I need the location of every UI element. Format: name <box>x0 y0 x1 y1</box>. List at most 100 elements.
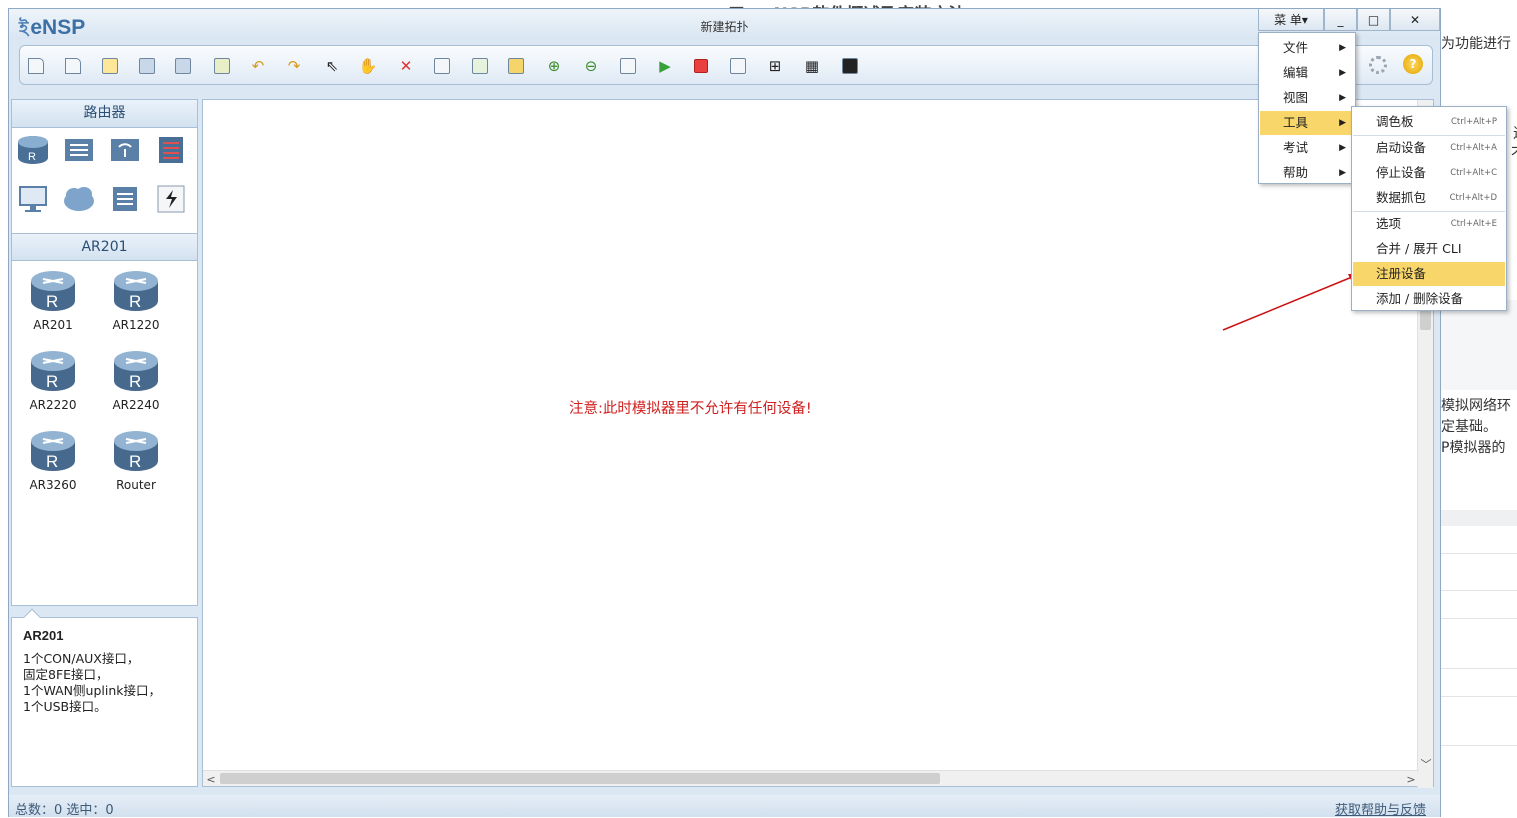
firewall-category-icon[interactable] <box>154 133 188 165</box>
pc-category-icon[interactable] <box>16 183 50 215</box>
svg-text:R: R <box>129 452 141 471</box>
pan-hand-icon[interactable]: ✋ <box>358 56 378 76</box>
background-divider <box>1441 590 1517 591</box>
help-feedback-link[interactable]: 获取帮助与反馈 <box>1335 799 1426 818</box>
settings-gear-icon[interactable] <box>1369 56 1387 74</box>
device-ar2240[interactable]: R AR2240 <box>101 349 171 412</box>
description-line: 1个WAN侧uplink接口， <box>23 683 186 699</box>
delete-icon[interactable]: ✕ <box>396 56 416 76</box>
select-icon[interactable]: ⇖ <box>322 56 342 76</box>
router-icon: R <box>113 349 159 393</box>
background-divider <box>1441 618 1517 619</box>
horizontal-scroll-thumb[interactable] <box>220 773 940 784</box>
shortcut-label: Ctrl+Alt+C <box>1450 161 1497 185</box>
main-menu: 文件▶ 编辑▶ 视图▶ 工具 ▶ 考试▶ 帮助 ▶ <box>1258 32 1356 184</box>
menu-item-exam[interactable]: 考试▶ <box>1260 136 1354 160</box>
capture-icon[interactable] <box>728 56 748 76</box>
chevron-right-icon: ▶ <box>1339 111 1346 135</box>
submenu-item-merge-cli[interactable]: 合并 / 展开 CLI <box>1353 237 1505 261</box>
device-ar2220[interactable]: R AR2220 <box>18 349 88 412</box>
submenu-item-options[interactable]: 选项 Ctrl+Alt+E <box>1353 212 1505 236</box>
new-lab-icon[interactable] <box>63 56 83 76</box>
minimize-button[interactable]: _ <box>1324 9 1357 31</box>
background-band <box>1441 510 1517 526</box>
scroll-right-icon[interactable]: > <box>1403 771 1419 787</box>
menu-item-label: 视图 <box>1283 90 1308 105</box>
chevron-right-icon: ▶ <box>1339 161 1346 185</box>
title-bar[interactable]: ইeNSP 新建拓扑 菜 单▾ _ □ ✕ <box>9 9 1440 39</box>
menu-item-help[interactable]: 帮助 ▶ <box>1260 161 1354 185</box>
grid-icon[interactable]: ▦ <box>802 56 822 76</box>
help-icon[interactable]: ? <box>1403 54 1423 74</box>
svg-text:R: R <box>46 452 58 471</box>
description-line: 固定8FE接口， <box>23 667 186 683</box>
device-description: AR201 1个CON/AUX接口， 固定8FE接口， 1个WAN侧uplink… <box>11 617 198 787</box>
fit-view-icon[interactable] <box>618 56 638 76</box>
device-series-header: AR201 <box>12 233 197 261</box>
router-icon: R <box>30 349 76 393</box>
zoom-in-icon[interactable]: ⊕ <box>544 56 564 76</box>
menu-item-view[interactable]: 视图▶ <box>1260 86 1354 110</box>
tools-submenu: 调色板Ctrl+Alt+P 启动设备Ctrl+Alt+A 停止设备 Ctrl+Al… <box>1351 106 1507 311</box>
menu-item-edit[interactable]: 编辑▶ <box>1260 61 1354 85</box>
background-divider <box>1441 745 1517 746</box>
device-label: AR2220 <box>18 398 88 412</box>
device-ar1220[interactable]: R AR1220 <box>101 269 171 332</box>
undo-icon[interactable]: ↶ <box>248 56 268 76</box>
menu-item-label: 考试 <box>1283 140 1308 155</box>
delete-link-icon[interactable] <box>432 56 452 76</box>
save-icon[interactable] <box>137 56 157 76</box>
menu-item-file[interactable]: 文件▶ <box>1260 36 1354 60</box>
wireless-category-icon[interactable] <box>108 133 142 165</box>
submenu-item-add-remove-device[interactable]: 添加 / 删除设备 <box>1353 287 1505 311</box>
background-divider <box>1441 553 1517 554</box>
menu-item-label: 文件 <box>1283 40 1308 55</box>
other-device-category-icon[interactable] <box>108 183 142 215</box>
device-ar201[interactable]: R AR201 <box>18 269 88 332</box>
window-controls: 菜 单▾ _ □ ✕ <box>1258 9 1440 31</box>
background-divider <box>1441 668 1517 669</box>
screenshot-icon[interactable] <box>840 56 860 76</box>
start-device-icon[interactable]: ▶ <box>655 56 675 76</box>
svg-text:R: R <box>46 372 58 391</box>
router-category-icon[interactable]: R <box>16 133 50 165</box>
shortcut-label: Ctrl+Alt+E <box>1451 212 1497 236</box>
palette-icon[interactable] <box>506 56 526 76</box>
horizontal-scrollbar[interactable]: < > <box>203 770 1419 786</box>
toolbar: ↶ ↷ ⇖ ✋ ✕ ⊕ ⊖ ▶ ⊞ ▦ <box>19 45 1433 85</box>
new-topology-icon[interactable] <box>26 56 46 76</box>
submenu-item-palette[interactable]: 调色板Ctrl+Alt+P <box>1353 110 1505 134</box>
save-as-icon[interactable] <box>173 56 193 76</box>
print-icon[interactable] <box>212 56 232 76</box>
menu-item-label: 帮助 <box>1283 165 1308 180</box>
topology-canvas[interactable]: 注意:此时模拟器里不允许有任何设备! ﹀ < > <box>202 99 1434 787</box>
connection-category-icon[interactable] <box>154 183 188 215</box>
topology-icon[interactable]: ⊞ <box>765 56 785 76</box>
menu-item-label: 工具 <box>1283 115 1308 130</box>
menu-item-tools[interactable]: 工具 ▶ <box>1260 111 1354 135</box>
switch-category-icon[interactable] <box>62 133 96 165</box>
submenu-item-register-device[interactable]: 注册设备 <box>1353 262 1505 286</box>
close-button[interactable]: ✕ <box>1390 9 1440 31</box>
status-bar: 总数：0 选中：0 获取帮助与反馈 <box>9 795 1440 817</box>
device-ar3260[interactable]: R AR3260 <box>18 429 88 492</box>
scroll-down-icon[interactable]: ﹀ <box>1418 756 1434 772</box>
menu-button[interactable]: 菜 单▾ <box>1258 9 1324 31</box>
submenu-item-start-device[interactable]: 启动设备Ctrl+Alt+A <box>1353 136 1505 160</box>
submenu-item-capture[interactable]: 数据抓包Ctrl+Alt+D <box>1353 186 1505 210</box>
device-router[interactable]: R Router <box>101 429 171 492</box>
submenu-item-label: 选项 <box>1376 216 1401 231</box>
router-icon: R <box>113 429 159 473</box>
submenu-item-stop-device[interactable]: 停止设备 Ctrl+Alt+C <box>1353 161 1505 185</box>
text-note-icon[interactable] <box>470 56 490 76</box>
submenu-item-label: 停止设备 <box>1376 165 1426 180</box>
open-icon[interactable] <box>100 56 120 76</box>
redo-icon[interactable]: ↷ <box>284 56 304 76</box>
window-title: 新建拓扑 <box>9 18 1440 35</box>
scroll-left-icon[interactable]: < <box>203 771 219 787</box>
cloud-category-icon[interactable] <box>62 183 96 215</box>
maximize-button[interactable]: □ <box>1357 9 1390 31</box>
router-icon: R <box>30 429 76 473</box>
zoom-out-icon[interactable]: ⊖ <box>581 56 601 76</box>
stop-device-icon[interactable] <box>691 56 711 76</box>
